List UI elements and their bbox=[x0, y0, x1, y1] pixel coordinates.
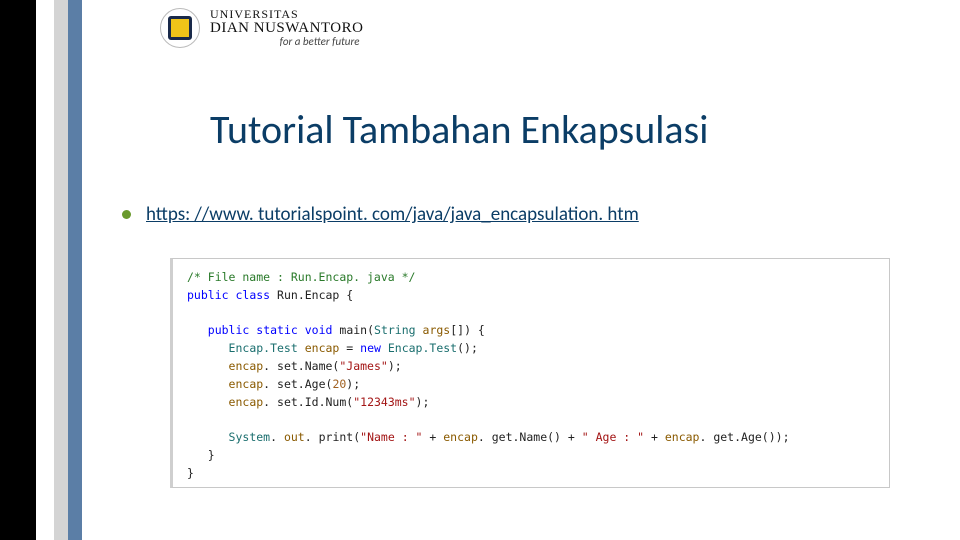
code-comment: /* File name : Run.Encap. java */ bbox=[187, 270, 415, 284]
university-logo: UNIVERSITAS DIAN NUSWANTORO for a better… bbox=[160, 8, 363, 48]
tutorial-link[interactable]: https: //www. tutorialspoint. com/java/j… bbox=[146, 203, 639, 226]
logo-line2: DIAN NUSWANTORO bbox=[210, 21, 363, 37]
code-sample: /* File name : Run.Encap. java */ public… bbox=[170, 258, 890, 488]
decoration-bar-black bbox=[0, 0, 36, 540]
logo-seal-icon bbox=[160, 8, 200, 48]
slide-title: Tutorial Tambahan Enkapsulasi bbox=[210, 105, 708, 154]
logo-tagline: for a better future bbox=[210, 36, 363, 48]
bullet-icon bbox=[122, 210, 131, 219]
decoration-bar-grey bbox=[54, 0, 68, 540]
decoration-bar-blue bbox=[68, 0, 82, 540]
decoration-bar-white bbox=[36, 0, 54, 540]
logo-text: UNIVERSITAS DIAN NUSWANTORO for a better… bbox=[210, 8, 363, 48]
logo-line1: UNIVERSITAS bbox=[210, 8, 363, 21]
